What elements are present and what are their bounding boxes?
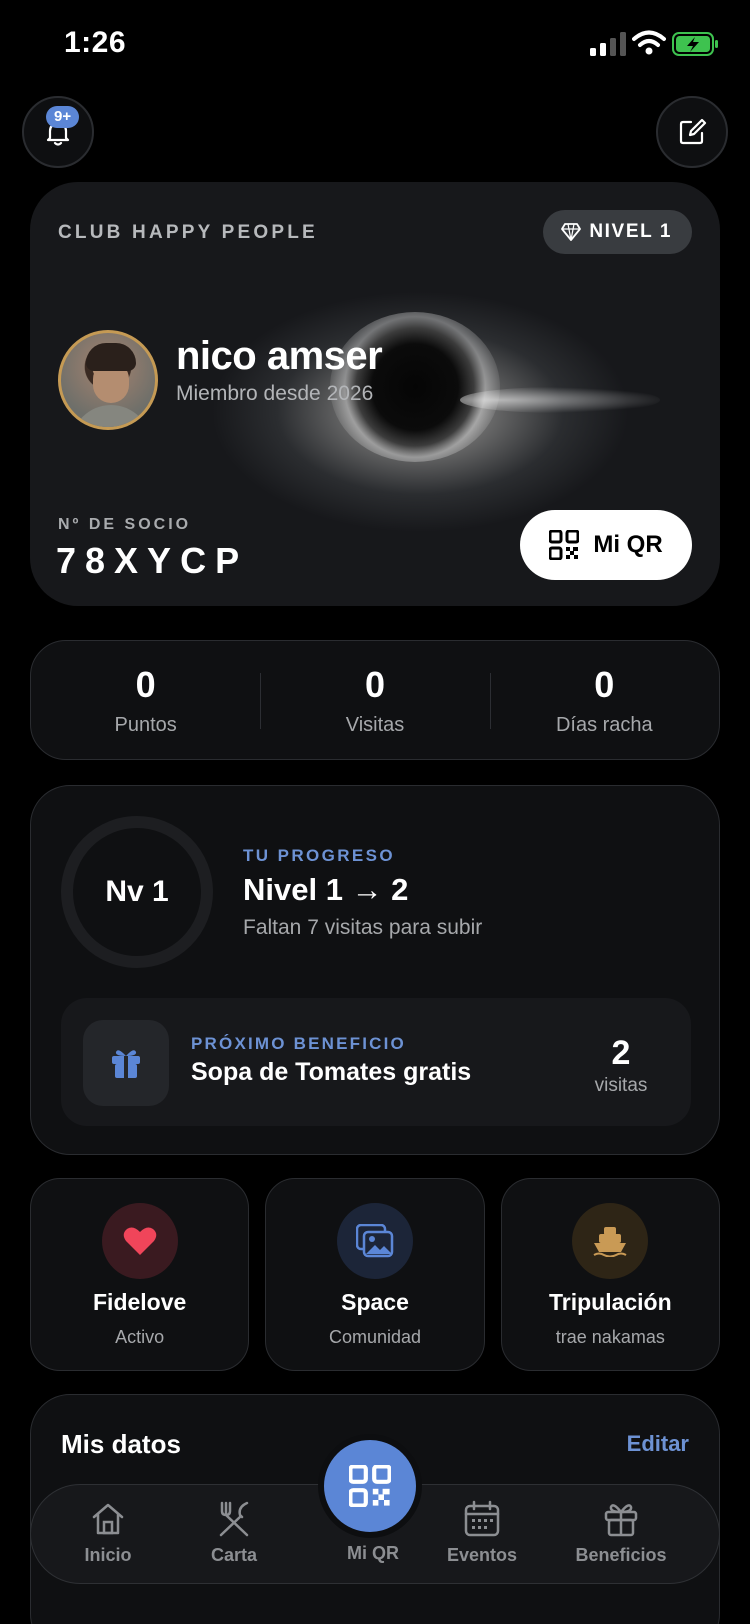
tile-subtitle: trae nakamas — [555, 1327, 665, 1347]
card-background-streak — [460, 387, 660, 413]
my-qr-button[interactable]: Mi QR — [520, 510, 692, 580]
tile-subtitle: Comunidad — [328, 1327, 422, 1347]
tab-eventos[interactable]: Eventos — [427, 1499, 537, 1566]
member-since: Miembro desde 2026 — [176, 382, 374, 405]
member-card: CLUB HAPPY PEOPLE NIVEL 1 nico amser Mie… — [30, 182, 720, 606]
image-icon — [355, 1224, 394, 1258]
tile-subtitle: Activo — [115, 1327, 165, 1347]
benefit-unit: visitas — [594, 1075, 648, 1096]
status-time: 1:26 — [64, 26, 127, 59]
stat-label: Puntos — [114, 713, 177, 736]
tile-title: Space — [341, 1289, 409, 1315]
progress-card: Nv 1 TU PROGRESO Nivel 1 → 2 Faltan 7 vi… — [30, 785, 720, 1155]
level-label: NIVEL 1 — [589, 221, 672, 242]
benefit-title: Sopa de Tomates gratis — [191, 1058, 472, 1086]
home-icon — [92, 1503, 124, 1535]
qr-icon — [549, 530, 580, 560]
cellular-signal-icon — [590, 32, 626, 56]
stat-label: Días racha — [555, 713, 653, 736]
diamond-icon — [561, 223, 582, 241]
edit-icon — [679, 118, 707, 145]
socio-label: Nº DE SOCIO — [58, 516, 192, 533]
stat-points: 0 Puntos — [31, 641, 260, 759]
stats-panel: 0 Puntos 0 Visitas 0 Días racha — [30, 640, 720, 760]
socio-id: 78XYCP — [56, 540, 249, 581]
tile-title: Tripulación — [548, 1289, 672, 1315]
club-name: CLUB HAPPY PEOPLE — [58, 222, 318, 243]
qr-icon — [349, 1465, 391, 1507]
tile-icon-bg — [336, 1203, 413, 1279]
benefit-eyebrow: PRÓXIMO BENEFICIO — [191, 1034, 406, 1053]
gift-icon — [604, 1504, 638, 1537]
feature-tiles: Fidelove Activo Space Comunidad Tripulac… — [30, 1178, 720, 1371]
member-name: nico amser — [176, 334, 383, 378]
avatar — [58, 330, 158, 430]
tab-beneficios[interactable]: Beneficios — [566, 1499, 676, 1566]
benefit-count: 2 — [611, 1034, 631, 1072]
tab-mi-qr-button[interactable] — [318, 1434, 422, 1538]
benefit-icon-tile — [83, 1020, 169, 1106]
gift-icon — [112, 1050, 140, 1078]
stat-streak: 0 Días racha — [489, 641, 719, 759]
tab-label: Beneficios — [575, 1545, 667, 1565]
utensils-icon — [219, 1501, 249, 1537]
my-qr-label: Mi QR — [593, 531, 663, 558]
edit-profile-button[interactable] — [656, 96, 728, 168]
status-bar: 1:26 — [0, 0, 750, 92]
stat-value: 0 — [135, 663, 156, 705]
tab-label-mi-qr: Mi QR — [347, 1543, 399, 1563]
progress-title: Nivel 1 → 2 — [243, 872, 409, 907]
tab-label: Eventos — [446, 1545, 518, 1565]
tile-icon-bg — [101, 1203, 178, 1279]
tab-label: Inicio — [84, 1545, 132, 1565]
calendar-icon — [464, 1500, 500, 1537]
tile-title: Fidelove — [93, 1289, 187, 1315]
stat-value: 0 — [364, 663, 385, 705]
tab-carta[interactable]: Carta — [179, 1499, 289, 1566]
my-data-title: Mis datos — [61, 1429, 181, 1459]
next-benefit-card[interactable]: PRÓXIMO BENEFICIO Sopa de Tomates gratis… — [61, 998, 691, 1126]
notification-badge: 9+ — [46, 106, 80, 128]
battery-charging-icon — [672, 32, 718, 56]
tab-inicio[interactable]: Inicio — [53, 1499, 163, 1566]
tile-icon-bg — [572, 1203, 649, 1279]
wifi-icon — [632, 30, 666, 55]
stat-value: 0 — [594, 663, 615, 705]
benefit-visits-remaining: 2 visitas — [581, 1034, 661, 1097]
level-ring-label: Nv 1 — [105, 875, 169, 908]
progress-eyebrow: TU PROGRESO — [243, 846, 396, 865]
level-badge: NIVEL 1 — [543, 210, 692, 254]
edit-data-link[interactable]: Editar — [627, 1431, 689, 1457]
heart-icon — [123, 1227, 156, 1255]
tile-tripulacion[interactable]: Tripulación trae nakamas — [500, 1178, 720, 1371]
progress-subtitle: Faltan 7 visitas para subir — [243, 916, 483, 939]
stat-visits: 0 Visitas — [260, 641, 489, 759]
tab-label: Carta — [210, 1545, 258, 1565]
ship-icon — [593, 1227, 627, 1257]
level-progress-ring: Nv 1 — [61, 816, 213, 968]
stat-label: Visitas — [345, 713, 405, 736]
tile-fidelove[interactable]: Fidelove Activo — [30, 1178, 250, 1371]
tile-space[interactable]: Space Comunidad — [265, 1178, 485, 1371]
